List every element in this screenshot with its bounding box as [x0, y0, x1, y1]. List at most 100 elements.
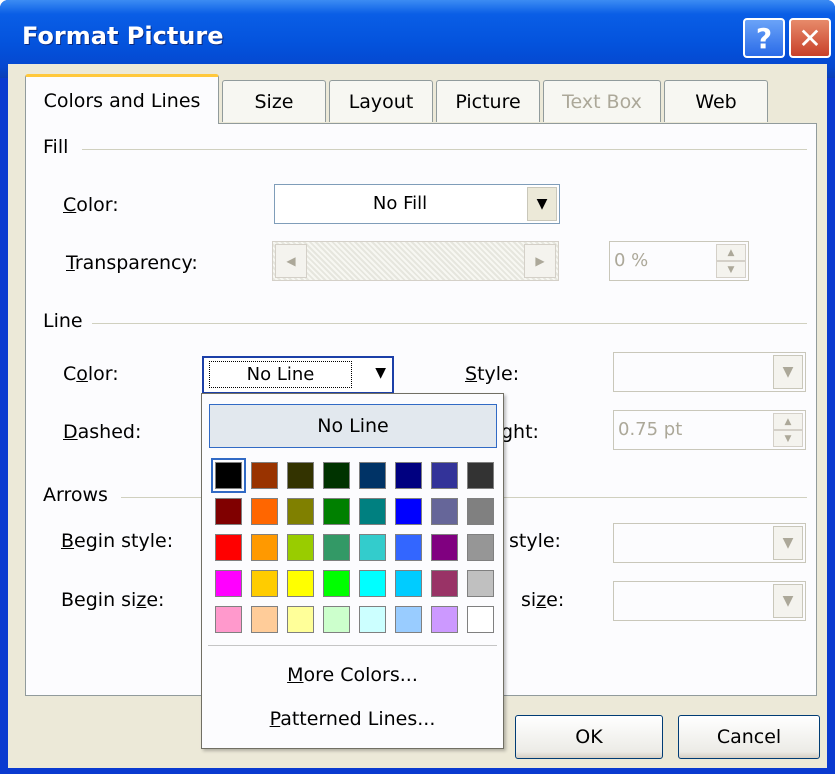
transparency-value: 0 %	[614, 250, 649, 271]
begin-style-label: Begin style:	[61, 530, 174, 552]
transparency-spinner: 0 % ▲ ▼	[609, 241, 749, 281]
color-swatch[interactable]	[431, 534, 458, 561]
color-swatch[interactable]	[287, 498, 314, 525]
chevron-down-icon[interactable]: ▼	[375, 365, 386, 381]
line-color-label: Color:	[63, 363, 119, 385]
line-style-label: Style:	[465, 363, 520, 385]
color-swatch[interactable]	[431, 462, 458, 489]
transparency-slider: ◀ ▶	[272, 241, 559, 281]
weight-spinner: 0.75 pt ▲ ▼	[613, 410, 806, 450]
color-swatch[interactable]	[287, 606, 314, 633]
color-swatch[interactable]	[251, 606, 278, 633]
tab-picture[interactable]: Picture	[436, 80, 540, 122]
spin-down-icon: ▼	[716, 261, 746, 278]
line-color-popup: No Line More Colors... Patterned Lines..…	[201, 393, 504, 749]
color-swatch[interactable]	[359, 462, 386, 489]
color-swatch[interactable]	[359, 498, 386, 525]
begin-size-label: Begin size:	[61, 589, 165, 611]
tab-layout[interactable]: Layout	[329, 80, 433, 122]
cancel-button[interactable]: Cancel	[678, 715, 820, 759]
color-swatch[interactable]	[359, 534, 386, 561]
color-swatch[interactable]	[323, 498, 350, 525]
color-swatch[interactable]	[359, 606, 386, 633]
chevron-down-icon: ▼	[773, 526, 803, 560]
tab-label: Layout	[348, 90, 414, 113]
color-swatch[interactable]	[395, 462, 422, 489]
close-icon: ✕	[798, 21, 822, 55]
color-swatch[interactable]	[215, 498, 242, 525]
more-colors-option[interactable]: More Colors...	[202, 664, 503, 686]
fill-color-dropdown[interactable]: No Fill ▼	[274, 184, 560, 224]
color-swatch[interactable]	[251, 462, 278, 489]
close-button[interactable]: ✕	[789, 18, 831, 58]
end-size-label: size:	[521, 589, 565, 611]
color-swatch[interactable]	[395, 606, 422, 633]
color-swatch[interactable]	[251, 570, 278, 597]
dialog-title: Format Picture	[22, 22, 224, 50]
fill-color-value: No Fill	[372, 193, 428, 214]
ok-button[interactable]: OK	[515, 715, 663, 759]
weight-label: ght:	[501, 421, 539, 443]
color-swatch[interactable]	[323, 534, 350, 561]
line-color-dropdown[interactable]: No Line ▼	[202, 356, 394, 394]
color-swatch[interactable]	[287, 534, 314, 561]
patterned-lines-option[interactable]: Patterned Lines...	[202, 708, 503, 730]
weight-value: 0.75 pt	[618, 419, 683, 440]
tab-label: Picture	[455, 90, 521, 113]
scroll-right-icon: ▶	[524, 244, 556, 278]
end-style-dropdown: ▼	[613, 523, 806, 563]
line-group-label: Line	[43, 310, 83, 332]
color-swatch[interactable]	[395, 534, 422, 561]
color-swatch[interactable]	[215, 570, 242, 597]
fill-color-label: Color:	[63, 194, 119, 216]
color-swatch[interactable]	[431, 570, 458, 597]
color-swatch[interactable]	[467, 498, 494, 525]
fill-divider	[82, 149, 807, 150]
color-swatch[interactable]	[395, 498, 422, 525]
line-style-dropdown: ▼	[613, 352, 806, 392]
transparency-label: Transparency:	[66, 252, 198, 274]
color-swatch[interactable]	[211, 458, 246, 493]
color-swatch[interactable]	[431, 606, 458, 633]
tab-web[interactable]: Web	[664, 80, 768, 122]
end-style-label: style:	[509, 530, 561, 552]
color-swatch[interactable]	[467, 462, 494, 489]
tab-label: Colors and Lines	[43, 89, 201, 112]
dashed-label: Dashed:	[63, 421, 142, 443]
help-button[interactable]: ?	[743, 18, 785, 58]
scroll-left-icon: ◀	[275, 244, 307, 278]
color-swatch[interactable]	[323, 606, 350, 633]
color-swatch[interactable]	[395, 570, 422, 597]
chevron-down-icon[interactable]: ▼	[527, 187, 557, 221]
color-swatch[interactable]	[287, 462, 314, 489]
tab-label: Text Box	[562, 90, 642, 113]
tab-label: Size	[254, 90, 294, 113]
color-swatch[interactable]	[323, 570, 350, 597]
line-divider	[92, 323, 807, 324]
tab-label: Web	[695, 90, 737, 113]
color-swatch[interactable]	[467, 534, 494, 561]
spin-down-icon: ▼	[773, 430, 803, 447]
color-swatch[interactable]	[467, 606, 494, 633]
color-swatch[interactable]	[215, 606, 242, 633]
popup-divider	[208, 645, 497, 646]
color-swatch[interactable]	[467, 570, 494, 597]
end-size-dropdown: ▼	[613, 581, 806, 621]
color-swatch[interactable]	[287, 570, 314, 597]
color-swatch[interactable]	[323, 462, 350, 489]
fill-group-label: Fill	[43, 136, 69, 158]
chevron-down-icon: ▼	[773, 355, 803, 389]
no-line-option[interactable]: No Line	[209, 404, 497, 448]
color-swatch[interactable]	[359, 570, 386, 597]
color-swatch[interactable]	[251, 534, 278, 561]
help-icon: ?	[755, 21, 773, 55]
line-color-value: No Line	[209, 361, 352, 388]
arrows-group-label: Arrows	[43, 484, 108, 506]
color-swatch[interactable]	[215, 534, 242, 561]
tab-text-box: Text Box	[543, 80, 661, 122]
color-swatch[interactable]	[251, 498, 278, 525]
tab-colors-and-lines[interactable]: Colors and Lines	[25, 74, 219, 124]
chevron-down-icon: ▼	[773, 584, 803, 618]
color-swatch[interactable]	[431, 498, 458, 525]
tab-size[interactable]: Size	[222, 80, 326, 122]
